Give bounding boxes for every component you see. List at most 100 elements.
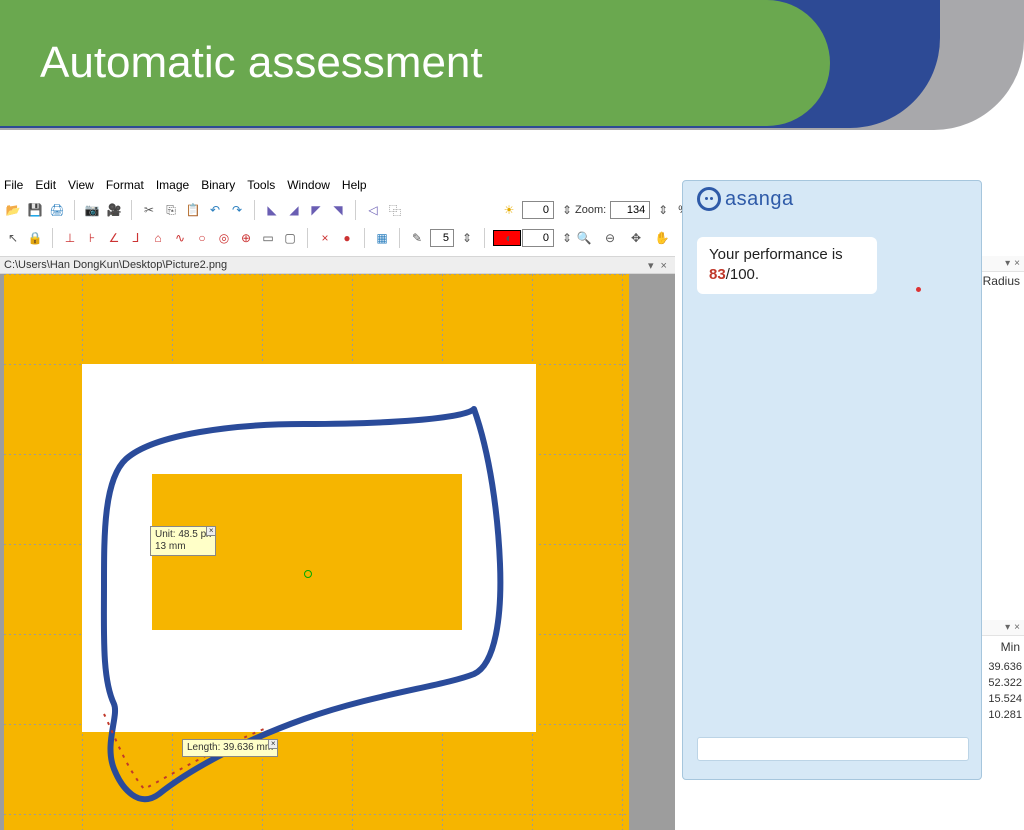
grid-line [622, 274, 623, 830]
min-values: 39.636 52.322 15.524 10.281 [980, 660, 1022, 724]
cut-icon[interactable]: ✂ [140, 201, 158, 219]
spline-tool-icon[interactable]: ∿ [171, 229, 189, 247]
ellipse-tool-icon[interactable]: ◎ [215, 229, 233, 247]
record-icon[interactable]: 🎥 [105, 201, 123, 219]
stepper-icon[interactable]: ⇕ [654, 201, 672, 219]
zoom-out-icon[interactable]: ⊖ [601, 229, 619, 247]
assistant-logo: asanga [697, 187, 794, 211]
column-radius: Radius [983, 274, 1020, 288]
table-row: 52.322 [980, 676, 1022, 692]
angle-tool-icon[interactable]: ∠ [105, 229, 123, 247]
brightness-group: ☀ ⇕ [500, 198, 576, 222]
target-tool-icon[interactable]: ⊕ [237, 229, 255, 247]
close-icon[interactable]: × [1014, 258, 1020, 269]
table-row: 39.636 [980, 660, 1022, 676]
roundrect-tool-icon[interactable]: ▢ [281, 229, 299, 247]
close-icon[interactable]: × [206, 526, 216, 536]
rotate-l-icon[interactable]: ◤ [307, 201, 325, 219]
menu-view[interactable]: View [68, 178, 94, 192]
pan-icon[interactable]: ✥ [627, 229, 645, 247]
stepper-icon[interactable]: ⇕ [558, 201, 576, 219]
ribbon-layer-green: Automatic assessment [0, 0, 830, 126]
grid-icon[interactable]: ▦ [373, 229, 391, 247]
image-canvas[interactable]: Unit: 48.5 px 13 mm × Length: 39.636 mm … [4, 274, 629, 830]
menu-help[interactable]: Help [342, 178, 367, 192]
crop-icon[interactable]: ⿻ [386, 201, 404, 219]
assistant-input[interactable] [697, 737, 969, 761]
chevron-down-icon[interactable]: ▾ [1005, 258, 1010, 269]
save-icon[interactable]: 💾 [26, 201, 44, 219]
camera-icon[interactable]: 📷 [83, 201, 101, 219]
measurement-tooltip-length[interactable]: Length: 39.636 mm × [182, 739, 278, 757]
open-icon[interactable]: 📂 [4, 201, 22, 219]
wand-icon[interactable]: ✎ [408, 229, 426, 247]
separator [52, 228, 53, 248]
stepper-icon[interactable]: ⇕ [458, 229, 476, 247]
grid-line [4, 274, 629, 275]
menu-file[interactable]: File [4, 178, 23, 192]
panel-header-min: ▾ × [982, 620, 1024, 636]
separator [131, 200, 132, 220]
brightness-icon[interactable]: ☀ [500, 201, 518, 219]
line-tool-icon[interactable]: ⊦ [83, 229, 101, 247]
separator [355, 200, 356, 220]
zoom-tools: 🔍 ⊖ ✥ ✋ [575, 226, 671, 250]
polygon-tool-icon[interactable]: ⌂ [149, 229, 167, 247]
contrast-icon[interactable]: ◐ [500, 229, 518, 247]
assistant-brand: asanga [725, 188, 794, 211]
undo-icon[interactable]: ↶ [206, 201, 224, 219]
separator [364, 228, 365, 248]
zoom-in-icon[interactable]: 🔍 [575, 229, 593, 247]
record-dot-icon[interactable]: ● [338, 229, 356, 247]
print-icon[interactable]: 🖨 [48, 201, 66, 219]
menu-edit[interactable]: Edit [35, 178, 56, 192]
point-tool-icon[interactable]: ⊥ [61, 229, 79, 247]
msg-suffix: /100. [726, 266, 759, 283]
rect-tool-icon[interactable]: ▭ [259, 229, 277, 247]
polyline-tool-icon[interactable]: ⅃ [127, 229, 145, 247]
table-row: 15.524 [980, 692, 1022, 708]
separator [74, 200, 75, 220]
msg-prefix: Your performance is [709, 246, 843, 263]
size-value[interactable] [430, 229, 454, 247]
separator [254, 200, 255, 220]
pointer-icon[interactable]: ↖ [4, 229, 22, 247]
menu-window[interactable]: Window [287, 178, 330, 192]
rotate-r-icon[interactable]: ◥ [329, 201, 347, 219]
path-bar-controls[interactable]: ▾ × [648, 259, 669, 272]
separator [307, 228, 308, 248]
table-row: 10.281 [980, 708, 1022, 724]
copy-icon[interactable]: ⎘ [162, 201, 180, 219]
chevron-down-icon[interactable]: ▾ [1005, 622, 1010, 633]
assistant-panel: asanga Your performance is 83/100. [682, 180, 982, 780]
hand-icon[interactable]: ✋ [653, 229, 671, 247]
measurement-tooltip-unit[interactable]: Unit: 48.5 px 13 mm × [150, 526, 216, 556]
separator [484, 228, 485, 248]
flip-v-icon[interactable]: ◢ [285, 201, 303, 219]
close-icon[interactable]: × [1014, 622, 1020, 633]
slide-title: Automatic assessment [40, 38, 483, 88]
flip-h-icon[interactable]: ◣ [263, 201, 281, 219]
menu-bar: File Edit View Format Image Binary Tools… [4, 178, 367, 192]
stepper-icon[interactable]: ⇕ [558, 229, 576, 247]
close-icon[interactable]: × [268, 739, 278, 749]
mirror-icon[interactable]: ◁ [364, 201, 382, 219]
circle-tool-icon[interactable]: ○ [193, 229, 211, 247]
tooltip-length-text: Length: 39.636 mm [187, 742, 273, 753]
lock-icon[interactable]: 🔒 [26, 229, 44, 247]
redo-icon[interactable]: ↷ [228, 201, 246, 219]
brightness-value[interactable] [522, 201, 554, 219]
menu-binary[interactable]: Binary [201, 178, 235, 192]
menu-tools[interactable]: Tools [247, 178, 275, 192]
file-path: C:\Users\Han DongKun\Desktop\Picture2.pn… [4, 259, 227, 271]
menu-image[interactable]: Image [156, 178, 189, 192]
delete-icon[interactable]: × [316, 229, 334, 247]
column-min: Min [1001, 640, 1020, 654]
assistant-message: Your performance is 83/100. [697, 237, 877, 294]
zoom-value[interactable] [610, 201, 650, 219]
contrast-value[interactable] [522, 229, 554, 247]
paste-icon[interactable]: 📋 [184, 201, 202, 219]
slide-header: Automatic assessment [0, 0, 1024, 150]
separator [399, 228, 400, 248]
menu-format[interactable]: Format [106, 178, 144, 192]
